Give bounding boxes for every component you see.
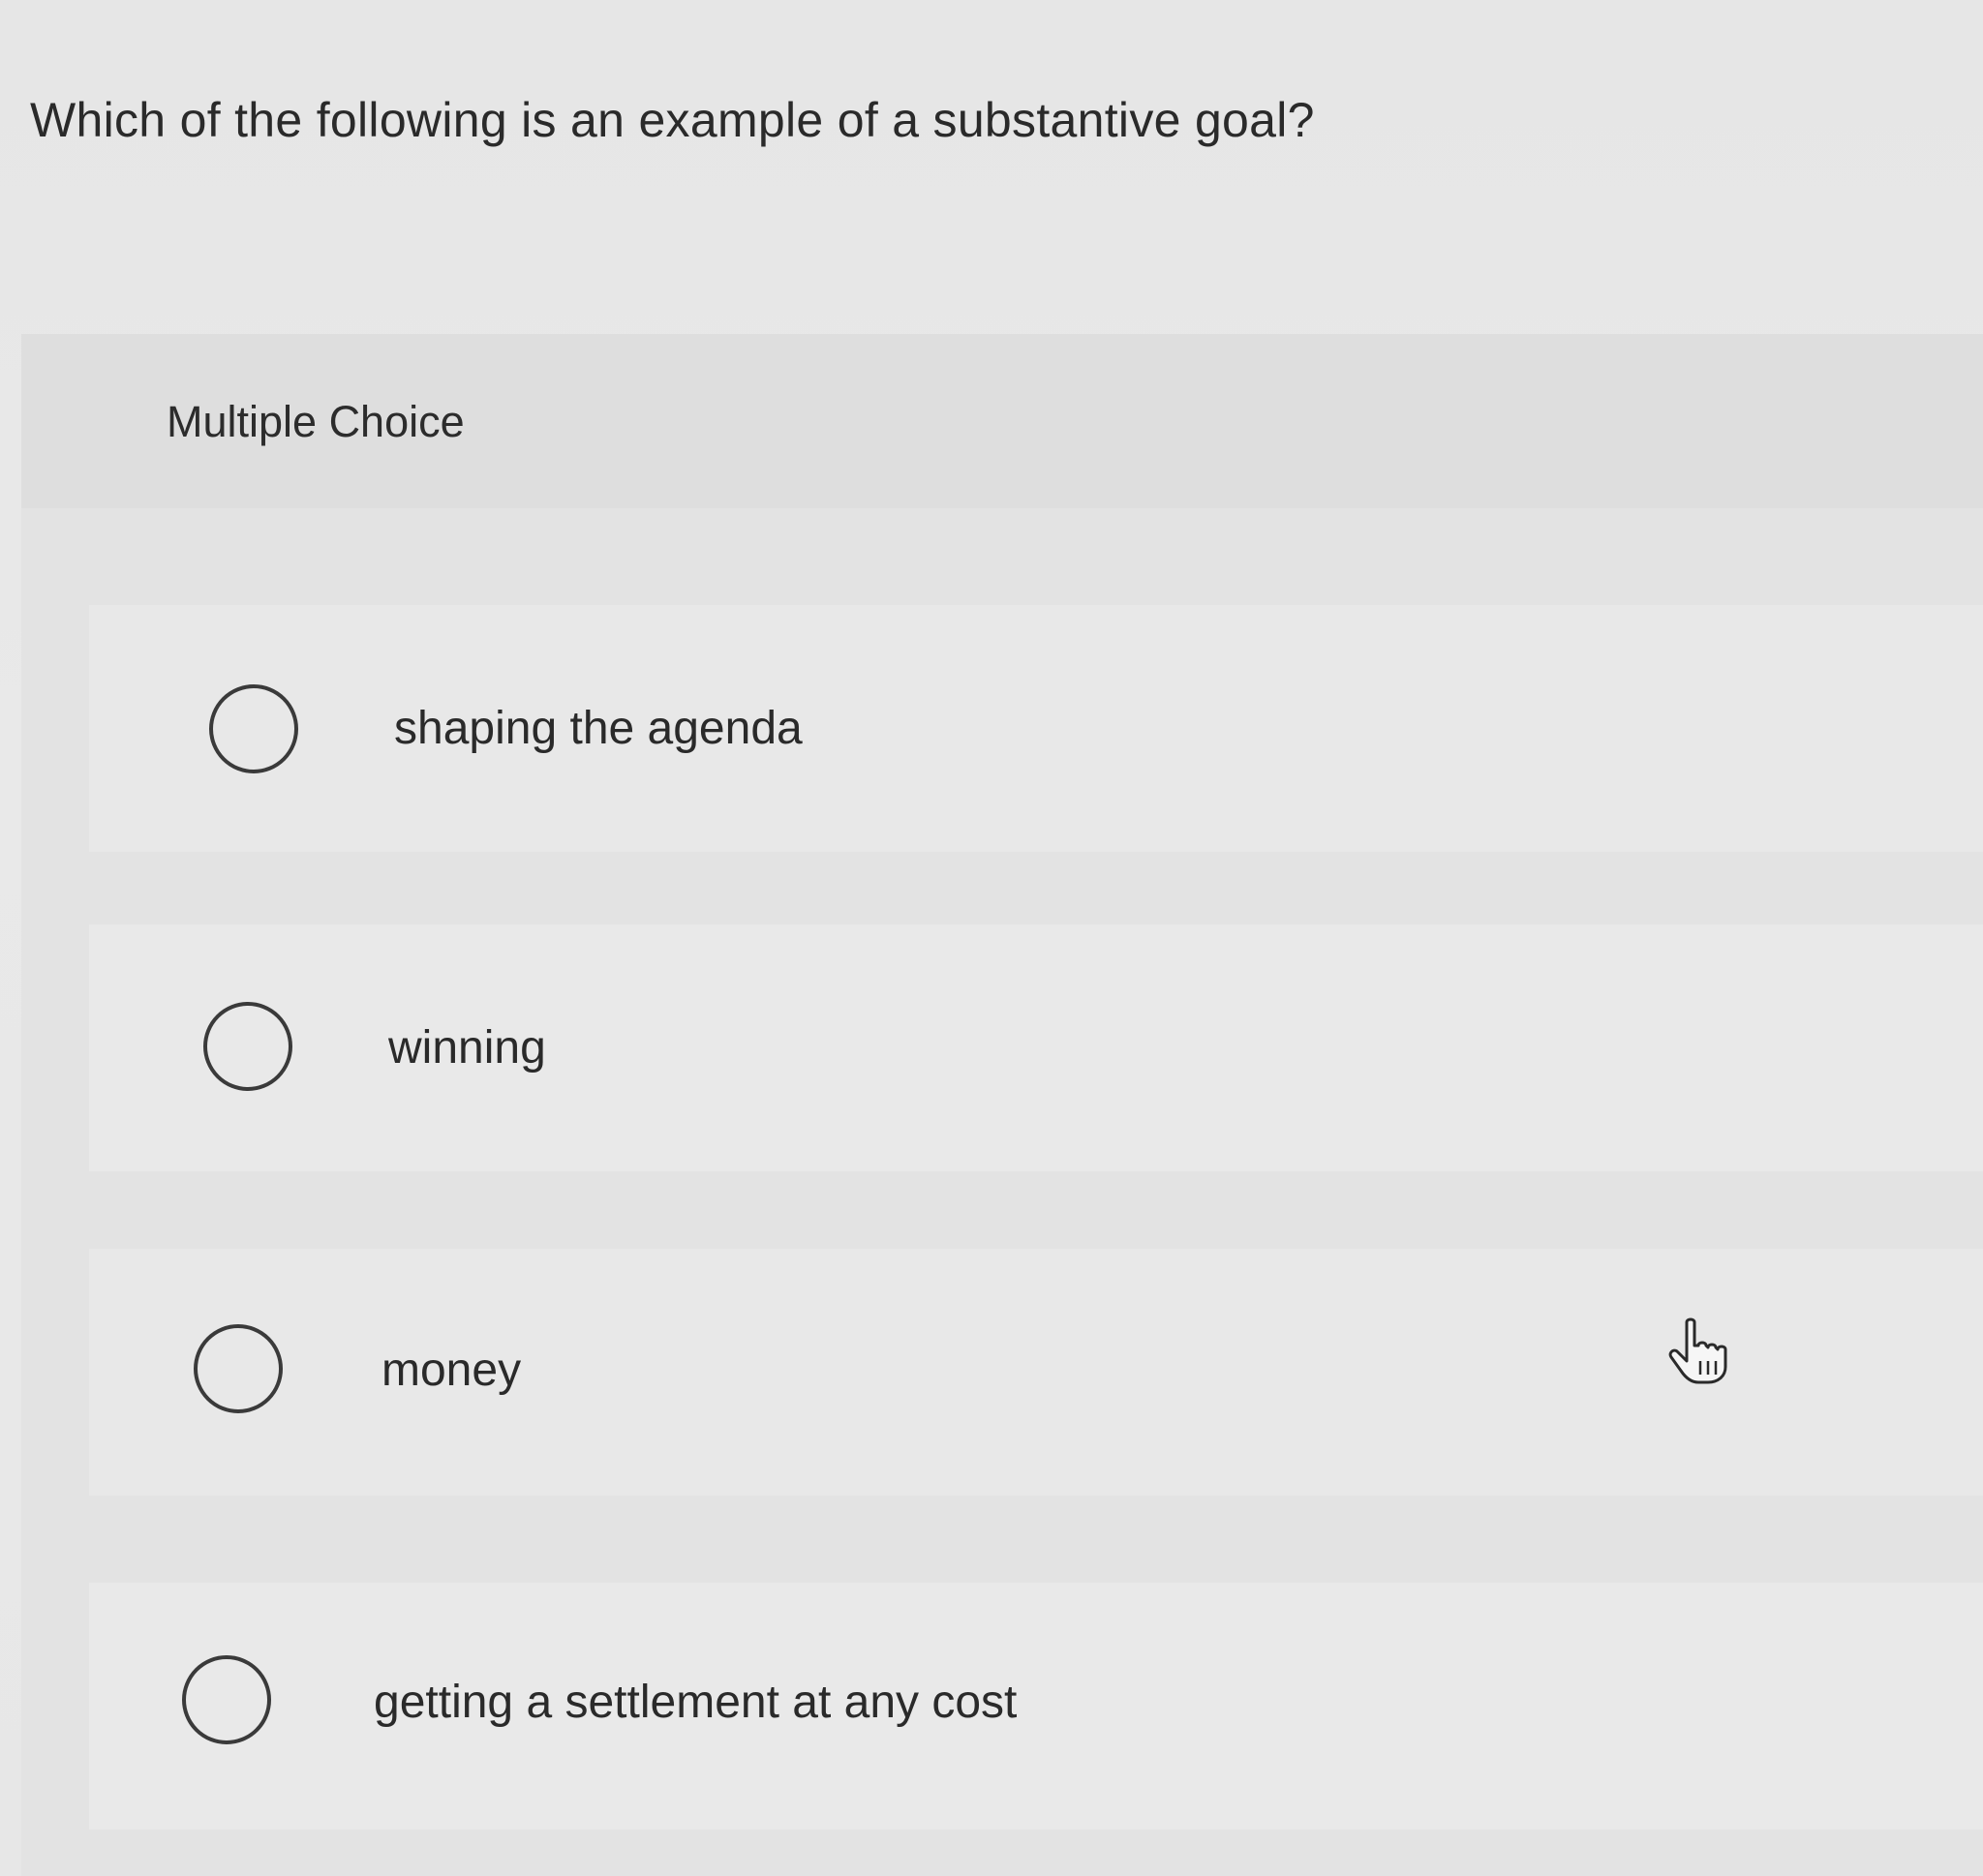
hand-pointer-icon [1668, 1317, 1727, 1384]
option-label: getting a settlement at any cost [374, 1677, 1018, 1728]
option-winning[interactable]: winning [89, 924, 1983, 1171]
radio-button[interactable] [194, 1324, 283, 1413]
question-type-label: Multiple Choice [167, 397, 465, 446]
option-label: money [381, 1345, 522, 1396]
option-getting-a-settlement[interactable]: getting a settlement at any cost [89, 1583, 1983, 1830]
question-text: Which of the following is an example of … [30, 93, 1315, 147]
question-panel: Multiple Choice shaping the agenda winni… [21, 334, 1983, 1876]
option-label: winning [388, 1022, 546, 1074]
option-shaping-the-agenda[interactable]: shaping the agenda [89, 605, 1983, 852]
radio-button[interactable] [203, 1002, 292, 1091]
question-type-header: Multiple Choice [21, 334, 1983, 508]
radio-button[interactable] [182, 1655, 271, 1744]
radio-button[interactable] [209, 684, 298, 773]
option-label: shaping the agenda [394, 703, 803, 754]
